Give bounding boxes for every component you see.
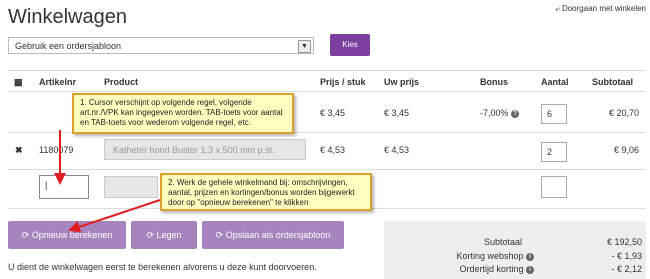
callout-arrows [54,130,161,233]
arrow-to-recalculate [68,199,161,233]
